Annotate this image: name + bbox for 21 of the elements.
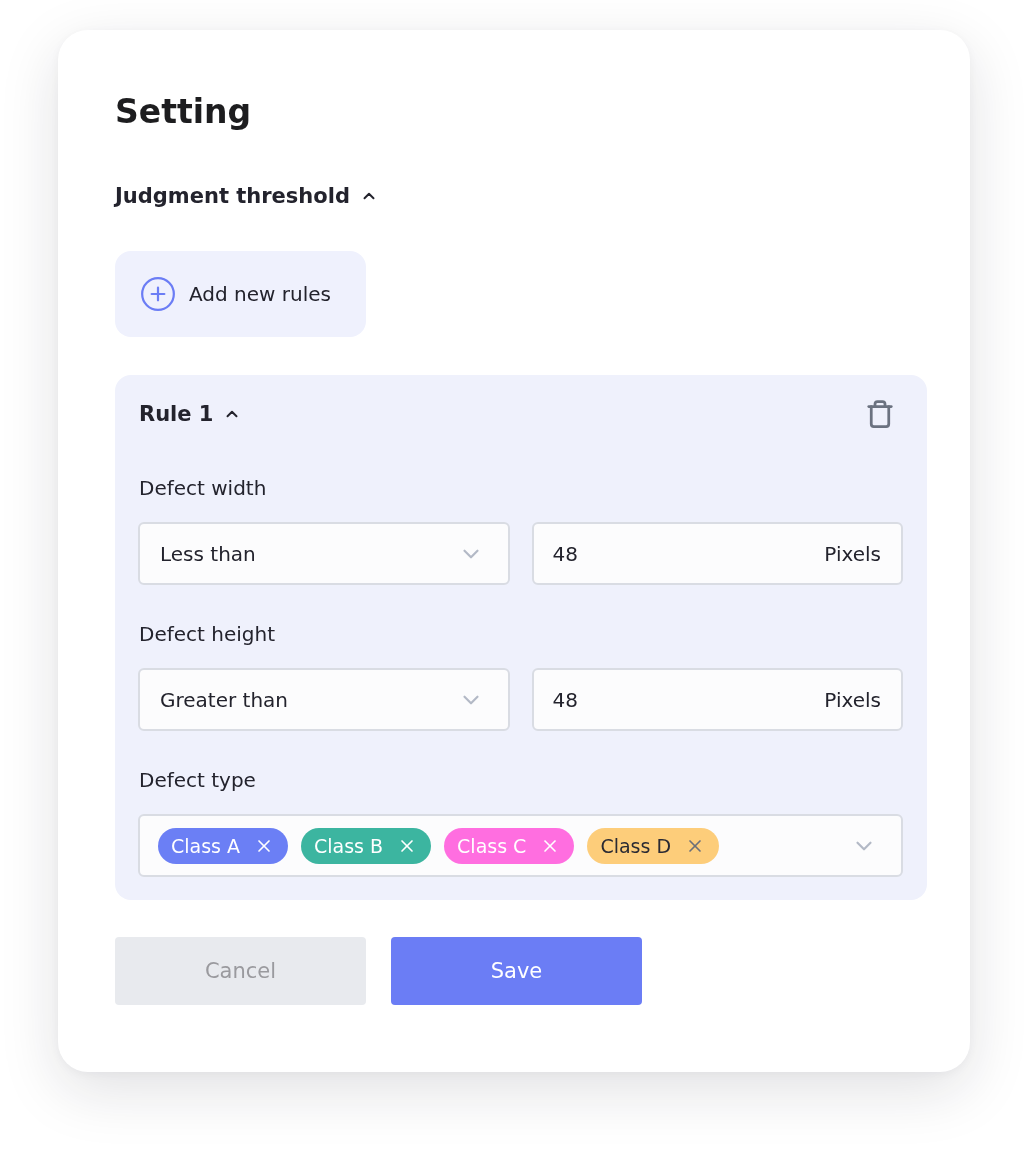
rule-toggle[interactable]: Rule 1 [139, 400, 242, 428]
comparison-select[interactable]: Greater than [138, 668, 510, 731]
tag-label: Class A [171, 834, 241, 857]
value-input[interactable]: 48 Pixels [531, 522, 903, 585]
tags-field[interactable]: Class A Class B Class C Class D [138, 814, 903, 877]
section-toggle[interactable]: Judgment threshold [115, 182, 378, 210]
tag-label: Class B [314, 834, 384, 857]
tag-label: Class C [457, 834, 527, 857]
save-button[interactable]: Save [391, 937, 642, 1005]
field-label: Defect height [138, 622, 275, 646]
unit-label: Pixels [824, 541, 881, 566]
add-rules-button[interactable]: Add new rules [115, 251, 366, 337]
dialog-title: Setting [115, 92, 252, 132]
field-label: Defect type [138, 768, 256, 792]
value-input[interactable]: 48 Pixels [531, 668, 903, 731]
plus-circle-icon [139, 275, 177, 313]
tag-label: Class D [600, 834, 672, 857]
field-label: Defect width [138, 476, 267, 500]
trash-icon[interactable] [865, 399, 895, 429]
comparison-select[interactable]: Less than [138, 522, 510, 585]
unit-label: Pixels [824, 687, 881, 712]
